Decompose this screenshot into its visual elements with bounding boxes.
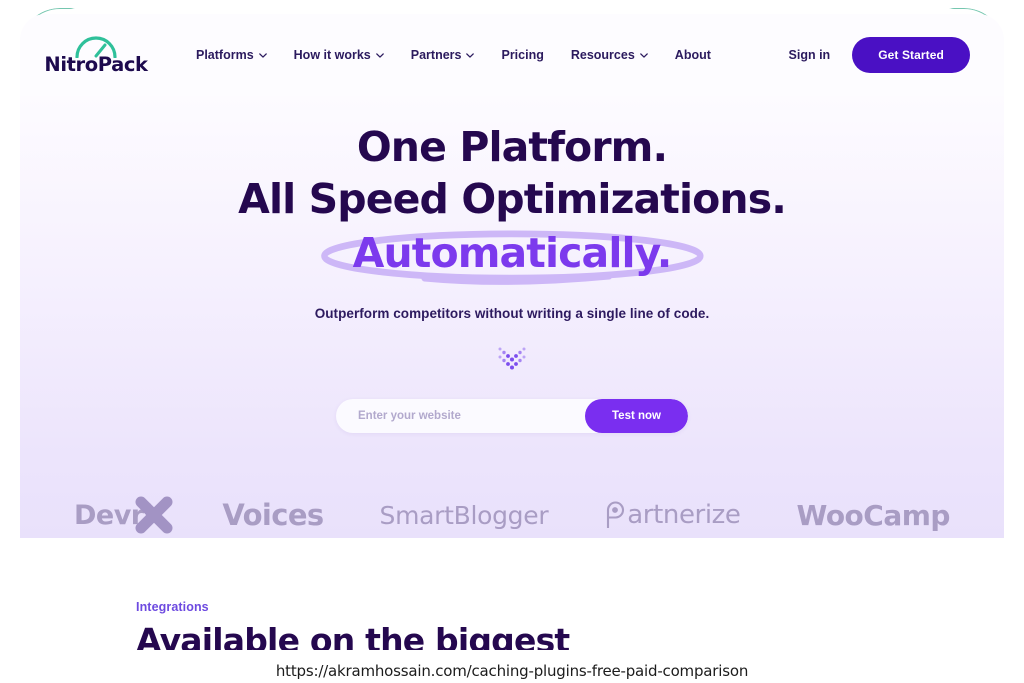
brand-logo-voices: Voices: [222, 498, 324, 532]
headline-line-2: All Speed Optimizations.: [238, 174, 787, 223]
integrations-title: Available on the biggest: [136, 621, 570, 650]
brand-logo-devrix: Devri: [74, 496, 173, 534]
nav-item-pricing[interactable]: Pricing: [501, 48, 543, 62]
hero-section: One Platform. All Speed Optimizations. A…: [20, 96, 1004, 538]
nav-label-about: About: [674, 48, 711, 62]
nav-label-platforms: Platforms: [196, 48, 254, 62]
nav-item-platforms[interactable]: Platforms: [196, 48, 267, 62]
hero-headline: One Platform. All Speed Optimizations.: [20, 96, 1004, 225]
brand-logo-woocamp: WooCamp: [796, 498, 950, 532]
chevron-down-icon: [258, 52, 267, 58]
logo-wordmark: NitroPack: [44, 52, 148, 76]
client-logo-strip: Devri Voices SmartBlogger artnerize WooC…: [20, 496, 1004, 534]
test-now-button[interactable]: Test now: [585, 399, 688, 434]
scroll-indicator: [20, 346, 1004, 372]
nav-item-about[interactable]: About: [675, 48, 711, 62]
website-url-input[interactable]: [336, 410, 586, 423]
chevron-down-icon: [466, 52, 475, 58]
site-header: NitroPack Platforms How it works Partner…: [20, 14, 1004, 96]
brand-logo-smartblogger: SmartBlogger: [379, 500, 549, 530]
integrations-eyebrow: Integrations: [136, 600, 209, 614]
nav-label-resources: Resources: [570, 48, 635, 62]
nitropack-logo[interactable]: NitroPack: [44, 36, 148, 75]
chevron-down-icon: [639, 52, 648, 58]
sign-in-link[interactable]: Sign in: [789, 48, 831, 62]
webpage-card: NitroPack Platforms How it works Partner…: [20, 14, 1004, 650]
brand-logo-partnerize: artnerize: [604, 500, 741, 530]
nav-label-partners: Partners: [410, 48, 462, 62]
website-test-form: Test now: [336, 399, 688, 434]
headline-line-1: One Platform.: [356, 123, 668, 171]
source-url-caption: https://akramhossain.com/caching-plugins…: [275, 662, 749, 680]
nav-item-resources[interactable]: Resources: [571, 48, 648, 62]
integrations-section: Integrations Available on the biggest: [20, 538, 1004, 650]
hero-subheadline: Outperform competitors without writing a…: [314, 306, 710, 322]
headline-highlight-wrap: Automatically.: [319, 227, 706, 286]
header-actions: Sign in Get Started: [789, 37, 970, 73]
nav-label-pricing: Pricing: [501, 48, 544, 62]
partnerize-p-mark-icon: [607, 501, 625, 528]
screenshot-root: NitroPack Platforms How it works Partner…: [0, 0, 1024, 683]
brand-logo-partnerize-text: artnerize: [627, 500, 741, 530]
main-navigation: Platforms How it works Partners Pricing …: [196, 48, 711, 62]
double-chevron-down-dots-icon: [498, 347, 526, 370]
chevron-down-icon: [375, 52, 384, 58]
nav-label-how-it-works: How it works: [293, 48, 371, 62]
get-started-button[interactable]: Get Started: [852, 37, 970, 73]
nav-item-partners[interactable]: Partners: [411, 48, 475, 62]
nav-item-how-it-works[interactable]: How it works: [294, 48, 384, 62]
devrix-x-icon: [135, 496, 173, 534]
headline-highlight-text: Automatically.: [352, 229, 673, 278]
